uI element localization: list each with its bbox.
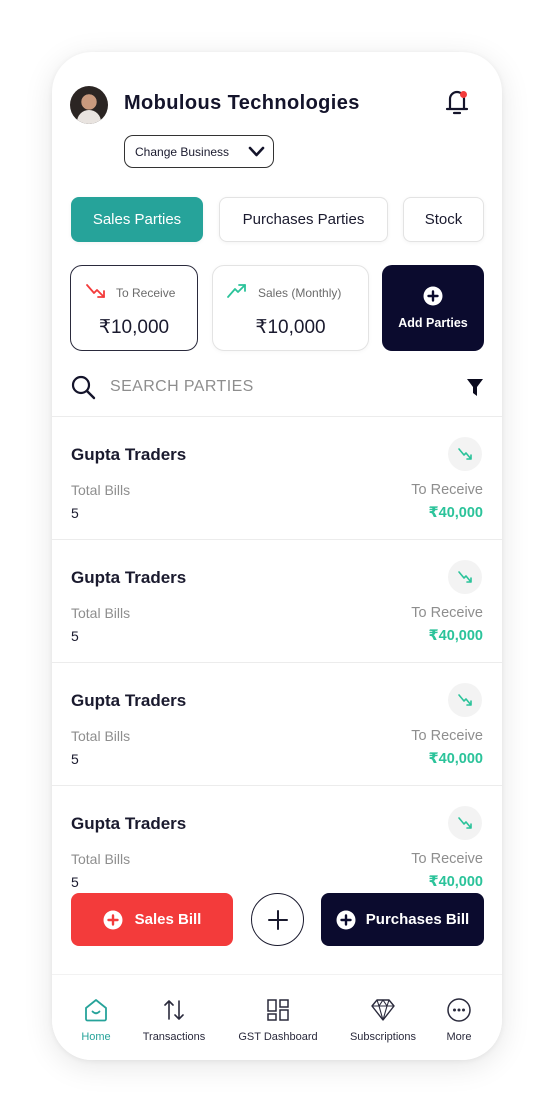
- add-button[interactable]: [251, 893, 304, 946]
- party-row[interactable]: Gupta Traders Total Bills 5 To Receive ₹…: [52, 416, 502, 539]
- to-receive-label: To Receive: [411, 851, 483, 867]
- trend-down-icon: [448, 560, 482, 594]
- nav-more[interactable]: More: [438, 975, 480, 1060]
- plus-circle-icon: [423, 286, 443, 306]
- home-icon: [85, 999, 107, 1022]
- add-parties-label: Add Parties: [398, 316, 468, 330]
- dashboard-icon: [267, 999, 289, 1021]
- nav-subscriptions[interactable]: Subscriptions: [342, 975, 424, 1060]
- purchases-bill-label: Purchases Bill: [365, 911, 470, 928]
- change-business-dropdown[interactable]: Change Business: [124, 135, 274, 168]
- bottom-nav: Home Transactions GST Dashboard Subscrip…: [52, 974, 502, 1060]
- purchases-bill-button[interactable]: Purchases Bill: [321, 893, 484, 946]
- total-bills-value: 5: [71, 628, 79, 644]
- avatar[interactable]: [70, 86, 108, 124]
- search-icon: [71, 375, 96, 400]
- party-name: Gupta Traders: [71, 568, 187, 587]
- total-bills-label: Total Bills: [71, 728, 131, 744]
- total-bills-label: Total Bills: [71, 605, 131, 621]
- to-receive-label: To Receive: [411, 728, 483, 744]
- to-receive-label: To Receive: [411, 482, 483, 498]
- total-bills-value: 5: [71, 874, 79, 890]
- party-row[interactable]: Gupta Traders Total Bills 5 To Receive ₹…: [52, 785, 502, 908]
- plus-circle-icon: [336, 910, 356, 929]
- total-bills-value: 5: [71, 505, 79, 521]
- sales-bill-label: Sales Bill: [134, 911, 202, 928]
- nav-gst-dashboard-label: GST Dashboard: [238, 1031, 318, 1043]
- sales-monthly-label: Sales (Monthly): [258, 286, 342, 300]
- nav-home-label: Home: [81, 1031, 111, 1043]
- party-row[interactable]: Gupta Traders Total Bills 5 To Receive ₹…: [52, 539, 502, 662]
- nav-transactions-label: Transactions: [142, 1031, 206, 1043]
- plus-circle-icon: [103, 910, 123, 929]
- to-receive-label: To Receive: [411, 605, 483, 621]
- total-bills-label: Total Bills: [71, 482, 131, 498]
- party-name: Gupta Traders: [71, 691, 187, 710]
- to-receive-amount: ₹40,000: [428, 628, 483, 644]
- nav-transactions[interactable]: Transactions: [136, 975, 212, 1060]
- sales-bill-button[interactable]: Sales Bill: [71, 893, 233, 946]
- trend-up-icon: [227, 284, 246, 298]
- diamond-icon: [371, 999, 395, 1021]
- phone-screen: Mobulous Technologies Change Business Sa…: [52, 52, 502, 1060]
- add-parties-button[interactable]: Add Parties: [382, 265, 484, 351]
- nav-gst-dashboard[interactable]: GST Dashboard: [230, 975, 326, 1060]
- change-business-label: Change Business: [135, 144, 230, 159]
- party-name: Gupta Traders: [71, 814, 187, 833]
- nav-more-label: More: [446, 1031, 472, 1043]
- sales-monthly-card[interactable]: Sales (Monthly) ₹10,000: [212, 265, 369, 351]
- filter-icon[interactable]: [466, 378, 484, 398]
- to-receive-amount: ₹40,000: [428, 505, 483, 521]
- nav-home[interactable]: Home: [72, 975, 120, 1060]
- trend-down-icon: [448, 437, 482, 471]
- trend-down-icon: [448, 806, 482, 840]
- transactions-icon: [164, 1000, 184, 1020]
- tab-sales-parties[interactable]: Sales Parties: [71, 197, 203, 242]
- trend-down-icon: [448, 683, 482, 717]
- party-row[interactable]: Gupta Traders Total Bills 5 To Receive ₹…: [52, 662, 502, 785]
- sales-monthly-amount: ₹10,000: [255, 317, 326, 338]
- search-input[interactable]: [110, 374, 410, 400]
- total-bills-label: Total Bills: [71, 851, 131, 867]
- to-receive-amount: ₹10,000: [98, 317, 170, 338]
- more-icon: [447, 998, 471, 1022]
- plus-icon: [267, 909, 288, 930]
- chevron-down-icon: [248, 146, 265, 157]
- business-name: Mobulous Technologies: [124, 92, 360, 114]
- nav-subscriptions-label: Subscriptions: [349, 1031, 417, 1043]
- party-name: Gupta Traders: [71, 445, 187, 464]
- notification-bell-icon[interactable]: [444, 88, 470, 116]
- to-receive-amount: ₹40,000: [428, 751, 483, 767]
- total-bills-value: 5: [71, 751, 79, 767]
- tab-purchases-parties[interactable]: Purchases Parties: [219, 197, 388, 242]
- to-receive-amount: ₹40,000: [428, 874, 483, 890]
- tab-stock[interactable]: Stock: [403, 197, 484, 242]
- to-receive-card[interactable]: To Receive ₹10,000: [70, 265, 198, 351]
- to-receive-label: To Receive: [116, 286, 176, 300]
- trend-down-icon: [86, 284, 105, 298]
